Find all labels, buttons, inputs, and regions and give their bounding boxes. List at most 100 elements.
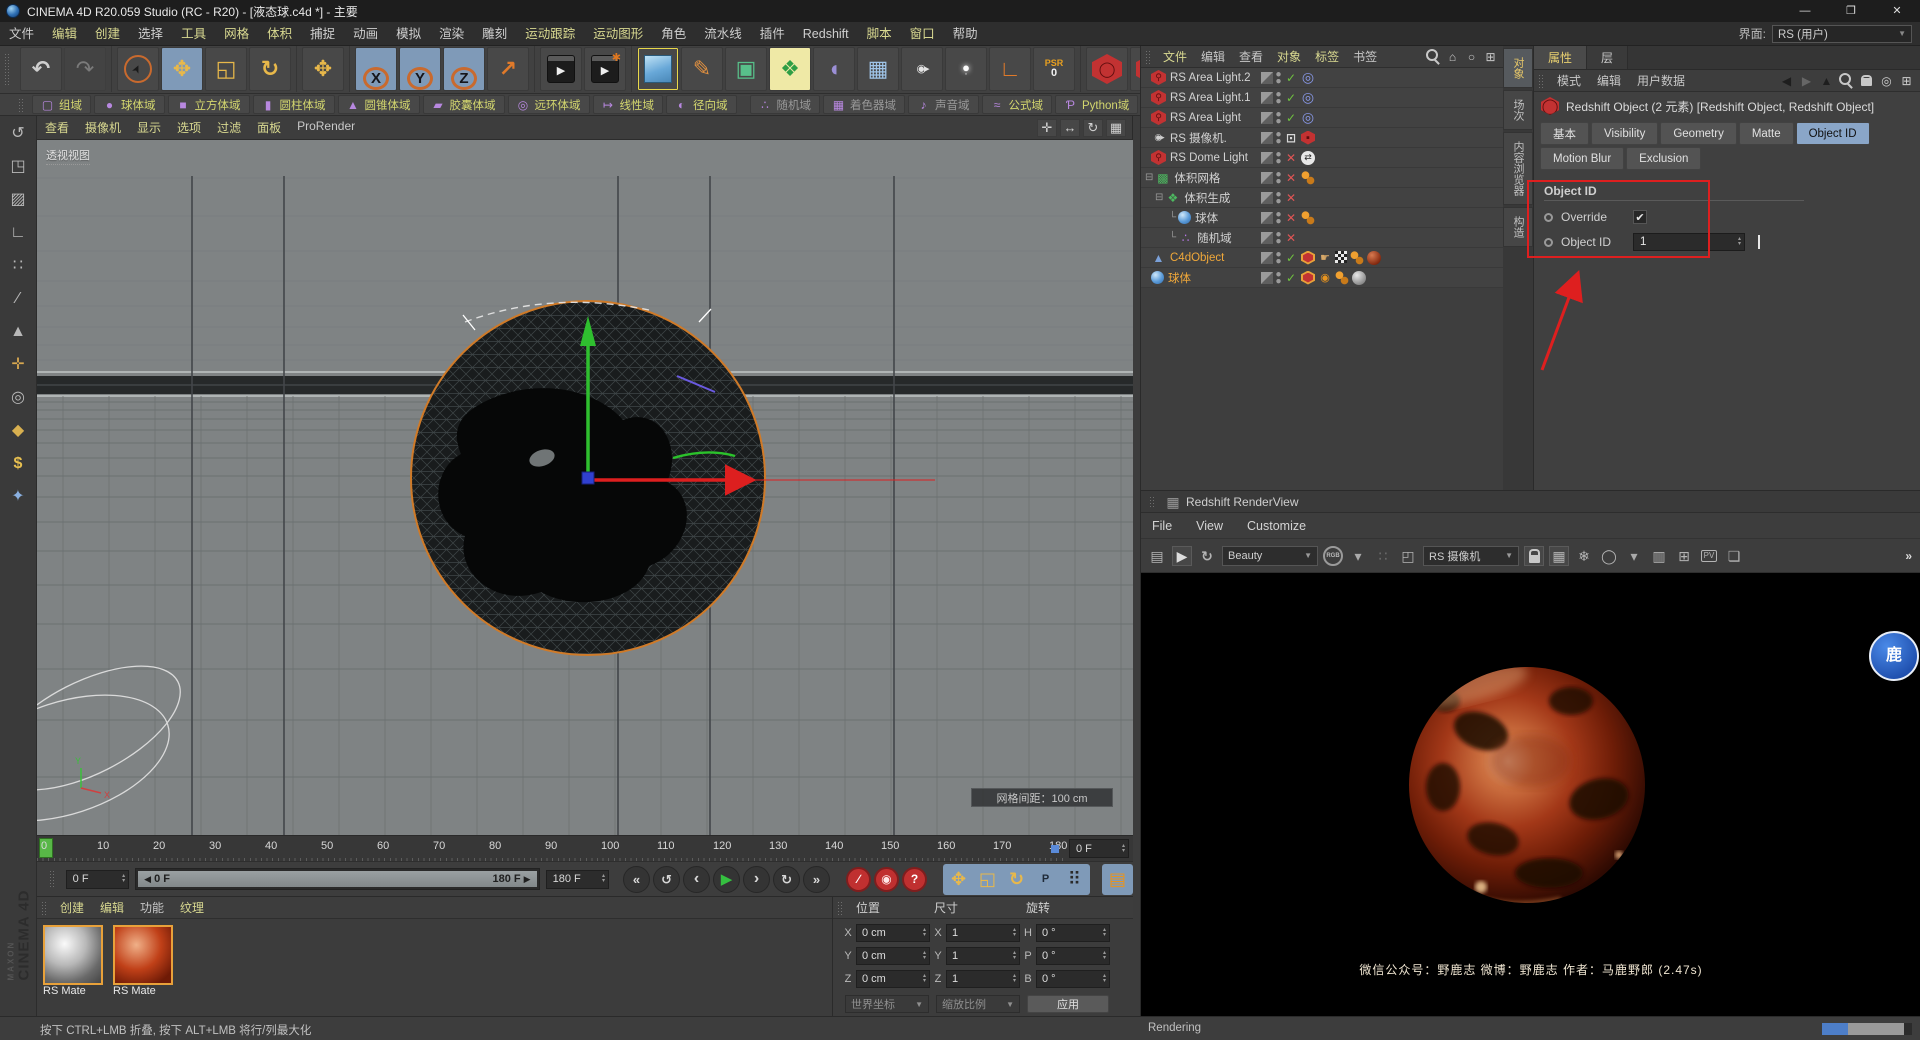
- transport-button[interactable]: [773, 865, 801, 893]
- object-row[interactable]: ⊟ 体积网格: [1141, 168, 1503, 188]
- record-channel-button[interactable]: [945, 866, 972, 893]
- attrs-tool-icon[interactable]: [1839, 73, 1854, 88]
- attrs-tool-icon[interactable]: [1779, 73, 1794, 88]
- visibility-dots[interactable]: [1276, 271, 1281, 284]
- materials-menu-item[interactable]: 创建: [52, 899, 92, 916]
- field-button[interactable]: 远环体域: [507, 95, 590, 114]
- enable-state-icon[interactable]: [1284, 131, 1298, 145]
- attribute-tab-button[interactable]: Object ID: [1795, 122, 1870, 145]
- position-field[interactable]: 0 cm: [856, 947, 930, 965]
- toolbar-button[interactable]: [205, 47, 247, 91]
- menu-item[interactable]: Redshift: [794, 22, 858, 46]
- om-menu-item[interactable]: 标签: [1308, 48, 1346, 65]
- object-tag-icon[interactable]: [1301, 91, 1315, 105]
- attribute-tab-button[interactable]: Matte: [1738, 122, 1794, 145]
- object-tag-icon[interactable]: [1301, 130, 1315, 145]
- attribute-tab-button[interactable]: Geometry: [1660, 122, 1737, 145]
- object-name[interactable]: 球体: [1195, 210, 1218, 226]
- toolbar-button[interactable]: [1033, 47, 1075, 91]
- transport-button[interactable]: [683, 865, 711, 893]
- menu-item[interactable]: 文件: [0, 22, 43, 46]
- toolbar-button[interactable]: [637, 47, 679, 91]
- field-button[interactable]: 随机域: [749, 95, 820, 114]
- toolbar-button[interactable]: [584, 47, 626, 91]
- viewport-nav-icon[interactable]: [1106, 118, 1126, 137]
- enable-state-icon[interactable]: [1284, 91, 1298, 105]
- side-tab[interactable]: 场次: [1503, 90, 1533, 130]
- object-row[interactable]: C4dObject: [1141, 248, 1503, 268]
- position-field[interactable]: 0 cm: [856, 970, 930, 988]
- object-row[interactable]: RS Area Light: [1141, 108, 1503, 128]
- field-button[interactable]: 径向域: [666, 95, 737, 114]
- om-menu-item[interactable]: 对象: [1270, 48, 1308, 65]
- rv-tool-icon[interactable]: [1699, 546, 1719, 566]
- palette-tool-icon[interactable]: [6, 320, 30, 344]
- viewport-menu-item[interactable]: 查看: [37, 119, 77, 136]
- object-name[interactable]: 体积网格: [1174, 170, 1220, 186]
- field-button[interactable]: 胶囊体域: [422, 95, 505, 114]
- toolbar-button[interactable]: [945, 47, 987, 91]
- expand-toggle[interactable]: ⊟: [1155, 192, 1163, 203]
- attrs-tool-icon[interactable]: [1879, 73, 1894, 88]
- override-checkbox[interactable]: ✔: [1633, 210, 1647, 224]
- rv-tool-icon[interactable]: [1624, 546, 1644, 566]
- object-tag-icon[interactable]: [1350, 250, 1364, 265]
- toolbar-button[interactable]: [681, 47, 723, 91]
- toolbar-button[interactable]: Y: [399, 47, 441, 91]
- transport-button[interactable]: [743, 865, 771, 893]
- enable-state-icon[interactable]: [1284, 191, 1298, 205]
- menu-item[interactable]: 动画: [344, 22, 387, 46]
- object-name[interactable]: C4dObject: [1170, 252, 1224, 264]
- menu-item[interactable]: 插件: [751, 22, 794, 46]
- menu-item[interactable]: 体积: [258, 22, 301, 46]
- visibility-dots[interactable]: [1276, 231, 1281, 244]
- rv-tool-icon[interactable]: [1197, 546, 1217, 566]
- field-button[interactable]: 着色器域: [823, 95, 905, 114]
- object-tag-icon[interactable]: [1352, 270, 1366, 285]
- materials-grip[interactable]: [41, 900, 48, 915]
- rv-tool-icon[interactable]: [1348, 546, 1368, 566]
- object-tag-icon[interactable]: [1335, 250, 1347, 263]
- rv-tool-icon[interactable]: [1373, 546, 1393, 566]
- coordinate-system-select[interactable]: 世界坐标 ▼: [845, 995, 929, 1013]
- object-row[interactable]: └ 球体: [1141, 208, 1503, 228]
- layer-tag[interactable]: [1261, 251, 1273, 264]
- attrs-tool-icon[interactable]: [1819, 73, 1834, 88]
- keyframe-dot-icon[interactable]: [1544, 212, 1553, 222]
- toolbar-button[interactable]: [725, 47, 767, 91]
- palette-tool-icon[interactable]: [6, 419, 30, 443]
- layer-tag[interactable]: [1261, 171, 1273, 184]
- object-tag-icon[interactable]: [1301, 150, 1315, 165]
- object-tag-icon[interactable]: [1367, 250, 1381, 265]
- material-thumbnail[interactable]: [113, 925, 173, 985]
- enable-state-icon[interactable]: [1284, 211, 1298, 225]
- window-control-button[interactable]: ❐: [1828, 0, 1874, 22]
- viewport-menu-item[interactable]: ProRender: [289, 119, 363, 136]
- apply-button[interactable]: 应用: [1027, 995, 1109, 1013]
- attrs-menu-item[interactable]: 编辑: [1589, 72, 1629, 89]
- visibility-dots[interactable]: [1276, 211, 1281, 224]
- visibility-dots[interactable]: [1276, 111, 1281, 124]
- rotation-field[interactable]: 0 °: [1036, 947, 1110, 965]
- palette-tool-icon[interactable]: [6, 287, 30, 311]
- layer-tag[interactable]: [1261, 131, 1273, 144]
- ruler-ticks[interactable]: 0 10 20 30 40 50 60 70 80 90 100 110 120 130 140 150 160…: [37, 836, 1067, 862]
- attrs-menu-item[interactable]: 用户数据: [1629, 72, 1693, 89]
- palette-tool-icon[interactable]: [6, 353, 30, 377]
- object-tag-icon[interactable]: [1301, 71, 1315, 85]
- object-tag-icon[interactable]: [1318, 251, 1332, 265]
- visibility-dots[interactable]: [1276, 71, 1281, 84]
- palette-tool-icon[interactable]: [6, 452, 30, 476]
- enable-state-icon[interactable]: [1284, 251, 1298, 265]
- rv-grip[interactable]: [1149, 495, 1156, 508]
- toolbar-button[interactable]: [302, 47, 344, 91]
- timeline-ruler[interactable]: 0 10 20 30 40 50 60 70 80 90 100 110 120 130 140 150 160…: [37, 835, 1133, 862]
- object-tag-icon[interactable]: [1301, 111, 1315, 125]
- layer-tag[interactable]: [1261, 271, 1273, 284]
- object-name[interactable]: RS Area Light.2: [1170, 72, 1251, 84]
- transport-button[interactable]: [803, 865, 831, 893]
- object-name[interactable]: 体积生成: [1184, 190, 1230, 206]
- toolbar-button[interactable]: [161, 47, 203, 91]
- transport-button[interactable]: [713, 865, 741, 893]
- viewport-nav-icon[interactable]: [1083, 118, 1103, 137]
